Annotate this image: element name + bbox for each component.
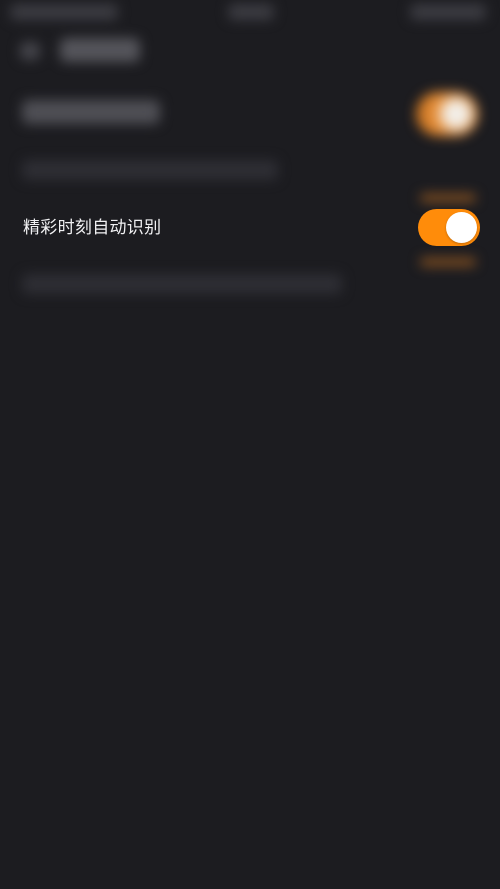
page-title <box>60 38 140 62</box>
highlight-auto-detect-toggle[interactable] <box>418 209 480 246</box>
status-bar-left <box>10 4 118 20</box>
setting-toggle-blurred <box>416 92 478 136</box>
settings-screen: 精彩时刻自动识别 <box>0 0 500 889</box>
status-bar-right <box>410 4 486 20</box>
setting-row-label-blurred <box>22 100 160 124</box>
blurred-background <box>0 0 500 889</box>
back-arrow-icon <box>20 42 40 60</box>
toggle-glow-bottom <box>420 258 476 266</box>
highlight-auto-detect-row[interactable]: 精彩时刻自动识别 <box>0 200 500 256</box>
highlight-auto-detect-label: 精彩时刻自动识别 <box>23 218 162 238</box>
toggle-knob <box>446 212 477 243</box>
status-bar-center <box>228 4 274 20</box>
setting-description-blurred <box>22 160 278 180</box>
highlight-description-blurred <box>22 274 342 294</box>
